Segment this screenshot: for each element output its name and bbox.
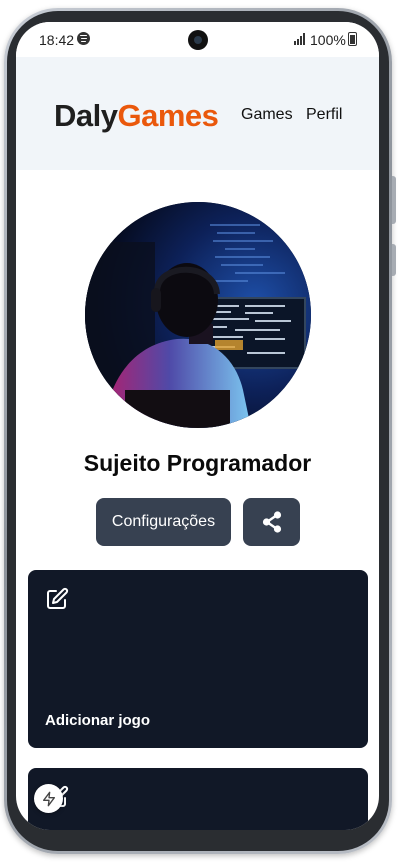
status-bar: 18:42 100% bbox=[16, 22, 379, 57]
battery-percentage: 100% bbox=[310, 32, 346, 48]
site-logo[interactable]: DalyGames bbox=[54, 98, 219, 134]
volume-button bbox=[392, 176, 396, 224]
battery-icon bbox=[348, 32, 357, 46]
logo-text-daly: Daly bbox=[54, 98, 118, 133]
logo-text-games: Games bbox=[117, 98, 219, 133]
spotify-icon bbox=[77, 32, 90, 45]
bolt-icon bbox=[42, 791, 55, 806]
profile-name: Sujeito Programador bbox=[83, 450, 312, 476]
nav-link-perfil[interactable]: Perfil bbox=[306, 106, 342, 124]
game-card[interactable] bbox=[28, 768, 368, 830]
nav-link-games[interactable]: Games bbox=[241, 106, 293, 124]
avatar-image bbox=[85, 202, 311, 428]
share-icon bbox=[262, 511, 281, 533]
signal-icon bbox=[294, 33, 305, 45]
settings-button[interactable]: Configurações bbox=[96, 498, 231, 546]
add-game-card[interactable]: Adicionar jogo bbox=[28, 570, 368, 748]
edit-icon[interactable] bbox=[45, 587, 69, 611]
phone-screen: 18:42 100% DalyGames Games Perfil Sujeit… bbox=[16, 22, 379, 830]
add-game-label: Adicionar jogo bbox=[45, 712, 150, 729]
share-button[interactable] bbox=[243, 498, 300, 546]
floating-action-button[interactable] bbox=[34, 784, 63, 813]
profile-avatar bbox=[85, 202, 311, 428]
power-button bbox=[392, 244, 396, 276]
site-header: DalyGames Games Perfil bbox=[16, 57, 379, 170]
front-camera bbox=[188, 30, 208, 50]
status-time: 18:42 bbox=[39, 32, 75, 48]
